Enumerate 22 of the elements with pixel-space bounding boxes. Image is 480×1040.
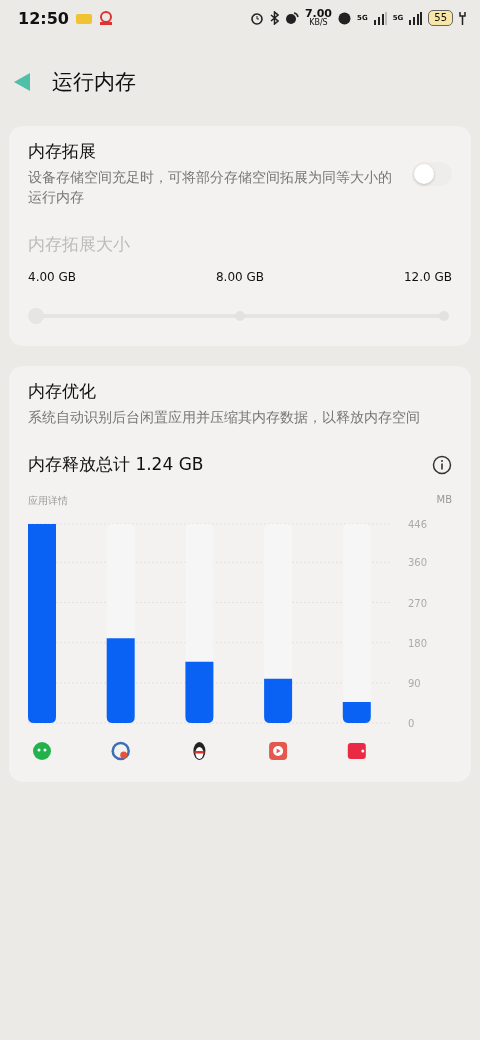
slider-mark-label: 4.00 GB <box>28 270 77 284</box>
axis-tick-label: 270 <box>408 597 428 609</box>
chart-title: 应用详情 <box>28 494 68 508</box>
memory-released-total: 内存释放总计 1.24 GB <box>28 453 204 476</box>
slider-mark-label: 8.00 GB <box>215 270 265 284</box>
axis-tick-label: 360 <box>408 557 428 569</box>
slider-mark-label: 12.0 GB <box>403 270 452 284</box>
setting-description: 设备存储空间充足时，可将部分存储空间拓展为同等大小的运行内存 <box>28 168 393 207</box>
axis-tick-label: 446 <box>408 519 428 530</box>
setting-description: 系统自动识别后台闲置应用并压缩其内存数据，以释放内存空间 <box>28 408 421 427</box>
axis-tick-label: 180 <box>408 637 428 649</box>
network-speed-unit: KB/S <box>309 19 328 27</box>
clock-time: 12:50 <box>18 8 69 28</box>
expansion-size-label: 内存拓展大小 <box>28 233 131 256</box>
page-title: 运行内存 <box>52 69 136 96</box>
axis-unit: MB <box>436 494 452 507</box>
network-speed: 7.00 <box>304 9 332 20</box>
setting-title: 内存拓展 <box>28 140 97 163</box>
axis-tick-label: 90 <box>408 677 421 689</box>
axis-tick-label: 0 <box>408 718 415 729</box>
battery-level: 55 <box>428 10 453 26</box>
setting-title: 内存优化 <box>28 380 97 403</box>
